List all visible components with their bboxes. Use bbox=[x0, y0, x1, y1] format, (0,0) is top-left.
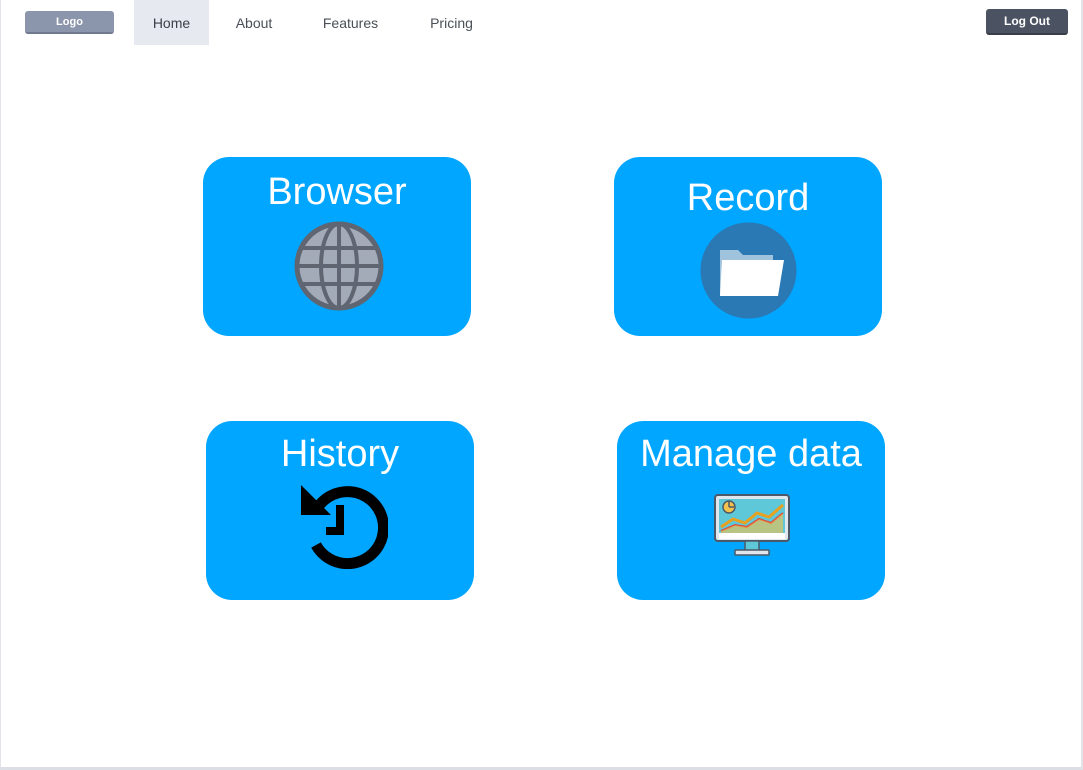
record-card[interactable]: Record bbox=[614, 157, 882, 336]
folder-icon bbox=[700, 222, 797, 319]
browser-card-label: Browser bbox=[267, 171, 407, 213]
logout-button[interactable]: Log Out bbox=[986, 9, 1068, 35]
history-icon bbox=[301, 485, 388, 569]
manage-data-card-label: Manage data bbox=[640, 433, 862, 475]
history-card-label: History bbox=[280, 433, 400, 475]
page-frame: Logo Home About Features Pricing Log Out… bbox=[0, 0, 1083, 770]
logo-button[interactable]: Logo bbox=[25, 11, 114, 34]
tab-about[interactable]: About bbox=[220, 0, 288, 45]
browser-card[interactable]: Browser bbox=[203, 157, 471, 336]
history-card[interactable]: History bbox=[206, 421, 474, 600]
tab-pricing[interactable]: Pricing bbox=[414, 0, 489, 45]
tab-home[interactable]: Home bbox=[134, 0, 209, 45]
record-card-label: Record bbox=[686, 177, 810, 219]
globe-icon bbox=[294, 221, 384, 311]
tab-features[interactable]: Features bbox=[308, 0, 393, 45]
chart-monitor-icon bbox=[714, 494, 790, 556]
manage-data-card[interactable]: Manage data bbox=[617, 421, 885, 600]
